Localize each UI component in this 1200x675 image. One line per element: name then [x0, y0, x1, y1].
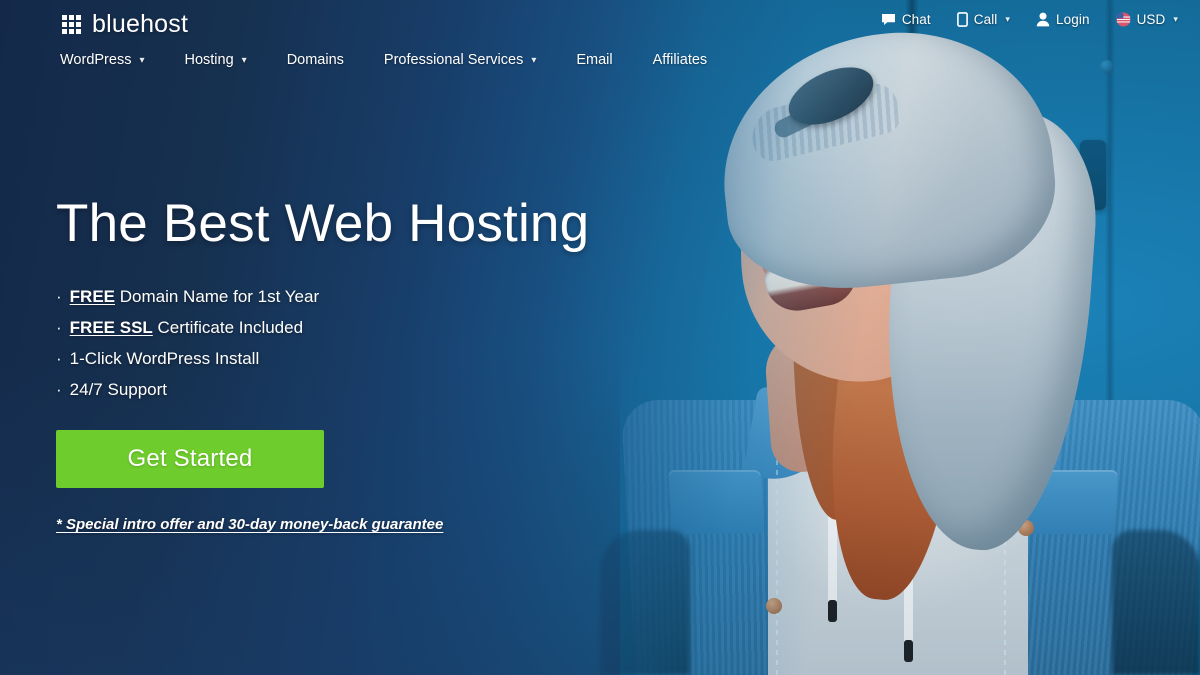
list-item: · 1-Click WordPress Install: [56, 350, 616, 367]
feature-list: · FREE Domain Name for 1st Year · FREE S…: [56, 288, 616, 398]
chevron-down-icon: ▾: [241, 54, 247, 66]
hero-content: The Best Web Hosting · FREE Domain Name …: [56, 194, 616, 533]
nav-item-email[interactable]: Email: [576, 48, 612, 72]
bullet-marker: ·: [56, 349, 62, 369]
list-item-text: 24/7 Support: [70, 381, 167, 398]
list-item-text: 1-Click WordPress Install: [70, 350, 260, 367]
list-item-rest: Domain Name for 1st Year: [115, 287, 320, 307]
brand-name: bluehost: [92, 10, 189, 38]
list-item-text: FREE SSL Certificate Included: [70, 319, 303, 336]
utility-item-call[interactable]: Call ▾: [956, 12, 1011, 27]
utility-item-chat[interactable]: Chat: [881, 12, 931, 27]
utility-item-login[interactable]: Login: [1036, 12, 1090, 27]
list-item-rest: 24/7 Support: [69, 380, 168, 400]
nav-item-label: Professional Services: [383, 52, 524, 68]
main-nav: WordPress ▾ Hosting ▾ Domains Profession…: [60, 48, 707, 72]
utility-item-label: Chat: [901, 12, 931, 27]
utility-item-label: Login: [1056, 12, 1090, 27]
utility-item-currency[interactable]: USD ▾: [1116, 12, 1178, 27]
list-item-emphasis: FREE SSL: [69, 318, 153, 338]
user-person-icon: [1036, 12, 1050, 27]
grid-squares-icon: [62, 15, 81, 34]
nav-item-label: Domains: [286, 52, 344, 68]
bullet-marker: ·: [56, 287, 62, 307]
nav-item-label: WordPress: [60, 52, 132, 68]
list-item-emphasis: FREE: [69, 287, 116, 307]
list-item-text: FREE Domain Name for 1st Year: [70, 288, 319, 305]
page-title: The Best Web Hosting: [56, 194, 590, 253]
hero-page: Chat Call ▾ Login USD ▾ bluehost WordPre…: [0, 0, 1200, 675]
bullet-marker: ·: [56, 380, 62, 400]
list-item: · 24/7 Support: [56, 381, 616, 398]
bullet-marker: ·: [56, 318, 62, 338]
chevron-down-icon: ▾: [1173, 14, 1178, 24]
utility-nav: Chat Call ▾ Login USD ▾: [881, 12, 1178, 27]
list-item-rest: 1-Click WordPress Install: [69, 349, 260, 369]
get-started-button[interactable]: Get Started: [56, 430, 324, 489]
nav-item-label: Hosting: [184, 52, 234, 68]
list-item: · FREE SSL Certificate Included: [56, 319, 616, 336]
utility-item-label: Call: [973, 12, 998, 27]
chevron-down-icon: ▾: [139, 54, 145, 66]
nav-item-hosting[interactable]: Hosting ▾: [184, 48, 246, 72]
offer-disclaimer-link[interactable]: * Special intro offer and 30-day money-b…: [56, 516, 616, 533]
brand-logo[interactable]: bluehost: [62, 10, 188, 39]
utility-item-label: USD: [1136, 12, 1166, 27]
chevron-down-icon: ▾: [1005, 14, 1011, 24]
nav-item-label: Affiliates: [652, 52, 708, 68]
nav-item-label: Email: [576, 52, 613, 68]
nav-item-domains[interactable]: Domains: [287, 48, 344, 72]
list-item: · FREE Domain Name for 1st Year: [56, 288, 616, 305]
mobile-phone-icon: [956, 12, 968, 27]
list-item-rest: Certificate Included: [152, 318, 304, 338]
nav-item-wordpress[interactable]: WordPress ▾: [60, 48, 144, 72]
chevron-down-icon: ▾: [531, 54, 537, 66]
nav-item-affiliates[interactable]: Affiliates: [653, 48, 708, 72]
nav-item-professional-services[interactable]: Professional Services ▾: [384, 48, 536, 72]
chat-bubble-icon: [881, 13, 896, 27]
currency-flag-icon: [1116, 12, 1131, 27]
